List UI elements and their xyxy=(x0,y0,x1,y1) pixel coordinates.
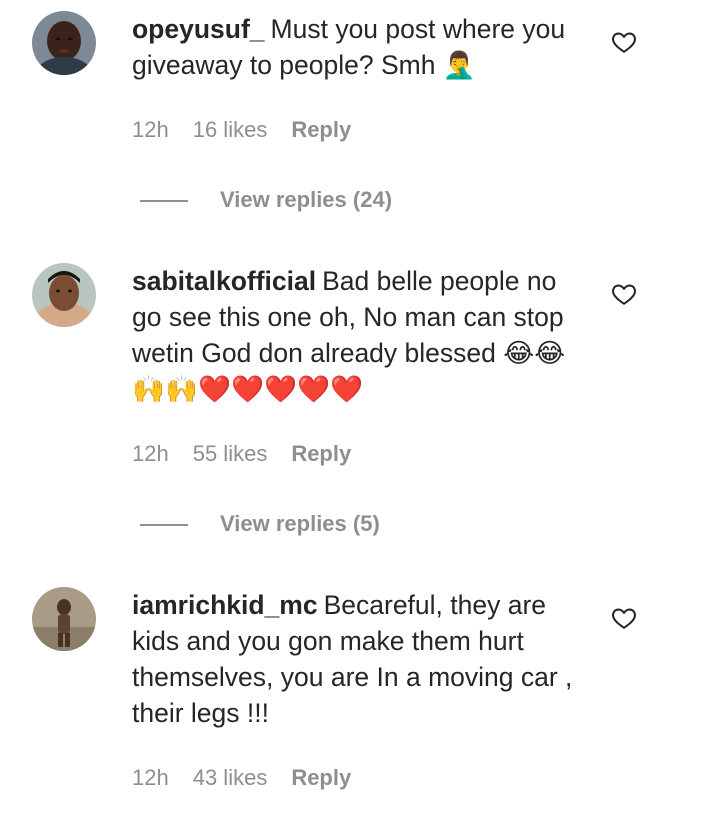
comment-meta: 12h 43 likes Reply xyxy=(132,763,351,793)
divider-line xyxy=(140,200,188,203)
comment-text: iamrichkid_mc Becareful, they are kids an… xyxy=(132,587,592,731)
reply-button[interactable]: Reply xyxy=(291,763,351,793)
comment-time: 12h xyxy=(132,765,169,790)
reply-button[interactable]: Reply xyxy=(291,115,351,145)
avatar[interactable] xyxy=(32,11,96,75)
heart-icon[interactable] xyxy=(611,29,637,55)
comment-meta: 12h 55 likes Reply xyxy=(132,439,351,469)
comment-meta: 12h 16 likes Reply xyxy=(132,115,351,145)
view-replies-label[interactable]: View replies (5) xyxy=(220,511,380,536)
comment-likes[interactable]: 55 likes xyxy=(193,439,268,469)
comment-time: 12h xyxy=(132,441,169,466)
comment-likes[interactable]: 43 likes xyxy=(193,763,268,793)
view-replies-button[interactable]: View replies (24) xyxy=(140,185,392,215)
avatar[interactable] xyxy=(32,263,96,327)
comment-username[interactable]: opeyusuf_ xyxy=(132,14,265,44)
comment-likes[interactable]: 16 likes xyxy=(193,115,268,145)
heart-icon[interactable] xyxy=(611,605,637,631)
view-replies-button[interactable]: View replies (5) xyxy=(140,509,380,539)
comment-username[interactable]: sabitalkofficial xyxy=(132,266,316,296)
comment-text: opeyusuf_ Must you post where you giveawa… xyxy=(132,11,592,83)
avatar[interactable] xyxy=(32,587,96,651)
reply-button[interactable]: Reply xyxy=(291,439,351,469)
heart-icon[interactable] xyxy=(611,281,637,307)
view-replies-label[interactable]: View replies (24) xyxy=(220,187,392,212)
comment-username[interactable]: iamrichkid_mc xyxy=(132,590,318,620)
comment-time: 12h xyxy=(132,117,169,142)
divider-line xyxy=(140,524,188,527)
comment-text: sabitalkofficial Bad belle people no go s… xyxy=(132,263,592,407)
